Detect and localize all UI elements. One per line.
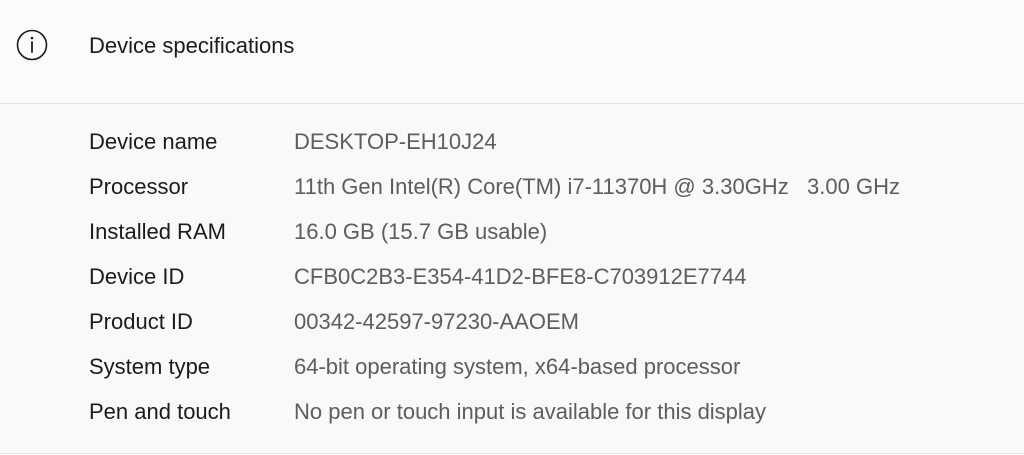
- spec-value: DESKTOP-EH10J24: [294, 129, 497, 154]
- spec-value: No pen or touch input is available for t…: [294, 399, 767, 424]
- spec-label: Device name: [89, 129, 218, 154]
- section-title: Device specifications: [89, 33, 295, 58]
- spec-label: Pen and touch: [89, 399, 231, 424]
- spec-row-system-type: System type 64-bit operating system, x64…: [0, 344, 1024, 389]
- spec-label: Product ID: [89, 309, 193, 334]
- spec-row-processor: Processor 11th Gen Intel(R) Core(TM) i7-…: [0, 164, 1024, 209]
- divider: [0, 453, 1024, 454]
- spec-row-pen-and-touch: Pen and touch No pen or touch input is a…: [0, 389, 1024, 434]
- spec-value: 16.0 GB (15.7 GB usable): [294, 219, 548, 244]
- device-specifications-header[interactable]: Device specifications: [0, 0, 1024, 104]
- spec-row-product-id: Product ID 00342-42597-97230-AAOEM: [0, 299, 1024, 344]
- spec-value: 11th Gen Intel(R) Core(TM) i7-11370H @ 3…: [294, 174, 900, 199]
- spec-label: Installed RAM: [89, 219, 226, 244]
- device-specifications-card: Device specifications Device name DESKTO…: [0, 0, 1024, 455]
- spec-row-device-name: Device name DESKTOP-EH10J24: [0, 119, 1024, 164]
- spec-label: Processor: [89, 174, 189, 199]
- spec-value: 00342-42597-97230-AAOEM: [294, 309, 579, 334]
- spec-label: Device ID: [89, 264, 185, 289]
- spec-row-device-id: Device ID CFB0C2B3-E354-41D2-BFE8-C70391…: [0, 254, 1024, 299]
- spec-value: 64-bit operating system, x64-based proce…: [294, 354, 741, 379]
- spec-label: System type: [89, 354, 211, 379]
- spec-value: CFB0C2B3-E354-41D2-BFE8-C703912E7744: [294, 264, 747, 289]
- spec-row-installed-ram: Installed RAM 16.0 GB (15.7 GB usable): [0, 209, 1024, 254]
- info-icon: [16, 29, 48, 61]
